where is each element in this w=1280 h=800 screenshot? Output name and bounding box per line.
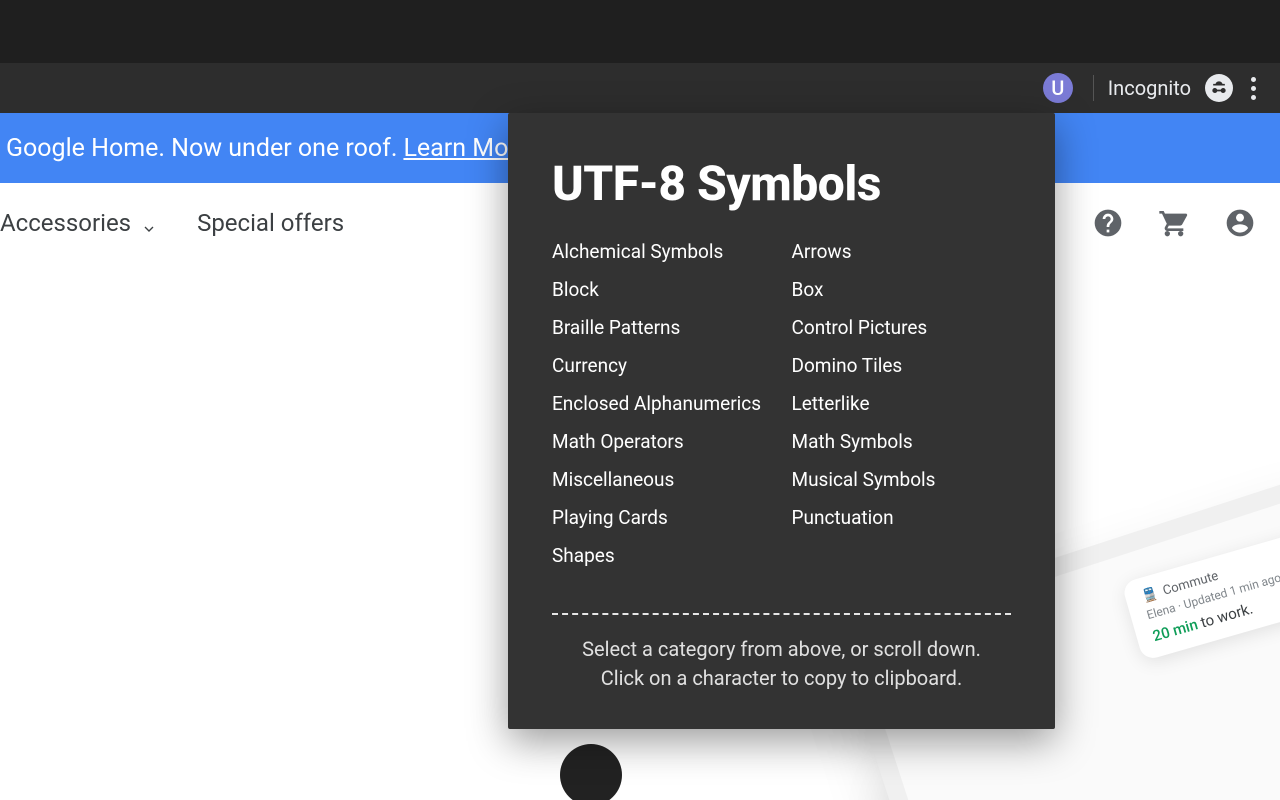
category-link[interactable]: Domino Tiles bbox=[792, 354, 1012, 377]
category-link[interactable]: Miscellaneous bbox=[552, 468, 772, 491]
extension-badge[interactable]: U bbox=[1043, 73, 1073, 103]
category-link[interactable]: Block bbox=[552, 278, 772, 301]
commute-card: 🚆Commute Elena · Updated 1 min ago 20 mi… bbox=[1121, 531, 1280, 661]
category-link[interactable]: Math Symbols bbox=[792, 430, 1012, 453]
category-link[interactable]: Enclosed Alphanumerics bbox=[552, 392, 772, 415]
category-link[interactable]: Braille Patterns bbox=[552, 316, 772, 339]
divider bbox=[552, 613, 1011, 615]
nav-special-offers-label: Special offers bbox=[197, 209, 344, 237]
nav-special-offers[interactable]: Special offers bbox=[197, 209, 344, 237]
browser-tab-strip bbox=[0, 0, 1280, 63]
cart-icon[interactable] bbox=[1158, 207, 1190, 239]
category-list: Alchemical Symbols Arrows Block Box Brai… bbox=[552, 240, 1011, 567]
decorative-sphere bbox=[560, 744, 622, 800]
nav-accessories-label: Accessories bbox=[0, 209, 131, 237]
category-link[interactable]: Musical Symbols bbox=[792, 468, 1012, 491]
category-link[interactable]: Letterlike bbox=[792, 392, 1012, 415]
popup-instructions: Select a category from above, or scroll … bbox=[552, 635, 1011, 693]
extension-popup: UTF-8 Symbols Alchemical Symbols Arrows … bbox=[508, 113, 1055, 729]
help-icon[interactable] bbox=[1092, 207, 1124, 239]
category-link[interactable]: Alchemical Symbols bbox=[552, 240, 772, 263]
category-link[interactable]: Punctuation bbox=[792, 506, 1012, 529]
chevron-down-icon bbox=[141, 215, 157, 231]
account-icon[interactable] bbox=[1224, 207, 1256, 239]
promo-text: Google Home. Now under one roof. bbox=[6, 134, 397, 163]
incognito-label: Incognito bbox=[1108, 76, 1191, 100]
category-link[interactable]: Control Pictures bbox=[792, 316, 1012, 339]
incognito-icon[interactable] bbox=[1205, 74, 1233, 102]
category-link[interactable]: Box bbox=[792, 278, 1012, 301]
category-link[interactable]: Arrows bbox=[792, 240, 1012, 263]
toolbar-divider bbox=[1093, 75, 1094, 101]
category-link[interactable]: Playing Cards bbox=[552, 506, 772, 529]
popup-title: UTF-8 Symbols bbox=[552, 155, 1011, 212]
promo-learn-more-link[interactable]: Learn Mo bbox=[403, 134, 508, 163]
transit-icon: 🚆 bbox=[1140, 586, 1160, 605]
browser-menu-icon[interactable] bbox=[1247, 77, 1260, 100]
category-link[interactable]: Shapes bbox=[552, 544, 772, 567]
browser-toolbar: U Incognito bbox=[0, 63, 1280, 113]
category-link[interactable]: Currency bbox=[552, 354, 772, 377]
nav-accessories[interactable]: Accessories bbox=[0, 209, 157, 237]
category-link[interactable]: Math Operators bbox=[552, 430, 772, 453]
